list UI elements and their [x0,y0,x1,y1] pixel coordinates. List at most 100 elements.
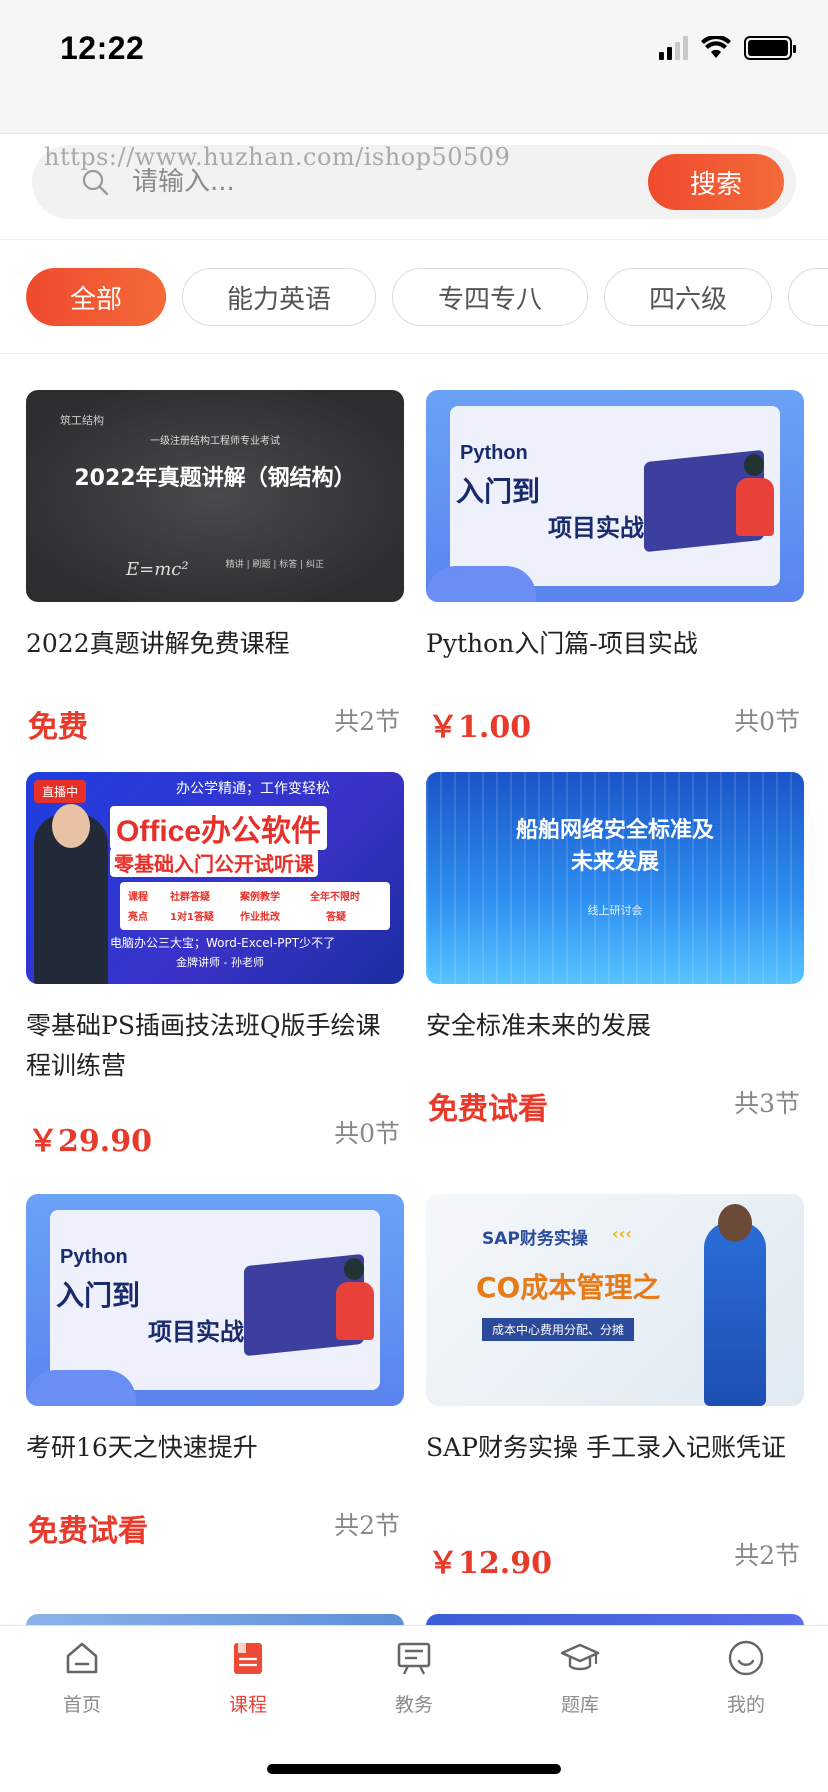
cellular-signal-icon [659,36,688,60]
tab-label: 课程 [228,1694,267,1716]
tab-label: 题库 [560,1694,599,1716]
course-lesson-count: 共2节 [334,1511,400,1540]
thumb-formula: E=mc² [126,559,189,580]
cloud-illustration [426,566,536,602]
course-card[interactable]: Python 入门到 项目实战 Python入门篇-项目实战 ￥1.00 共0节 [426,390,804,750]
tab-label: 教务 [394,1694,433,1716]
course-card[interactable]: 船舶网络安全标准及 未来发展 线上研讨会 安全标准未来的发展 免费试看 共3节 [426,772,804,1132]
course-thumbnail: Python 入门到 项目实战 [426,390,804,602]
teacher-face-illustration [52,804,90,848]
thumb-line3: 线上研讨会 [587,904,643,917]
thumb-corner-text: 筑工结构 [60,414,104,427]
course-price: 免费 [28,710,88,745]
profile-smile-icon [728,1640,764,1676]
live-badge: 直播中 [34,780,87,803]
thumb-line2: 未来发展 [570,850,659,875]
status-bar: 12:22 [0,0,828,134]
course-thumbnail: 船舶网络安全标准及 未来发展 线上研讨会 [426,772,804,984]
feature-label: 亮点 [128,912,148,923]
course-card[interactable]: Python 入门到 项目实战 考研16天之快速提升 免费试看 共2节 [26,1194,404,1554]
thumb-headline: CO成本管理之 [476,1271,661,1304]
wifi-icon [701,36,731,58]
course-title: SAP财务实操 手工录入记账凭证 [426,1433,786,1462]
thumb-top-text: SAP财务实操 [482,1229,588,1249]
feature-label: 社群答疑 [170,892,210,903]
thumb-word: Python [460,442,528,464]
tab-label: 首页 [62,1694,101,1716]
person-illustration [336,1282,374,1340]
status-time: 12:22 [60,30,145,66]
tab-home[interactable]: 首页 [22,1638,142,1738]
search-icon [82,169,109,196]
status-icons [659,36,796,60]
thumb-line2: 项目实战 [548,514,644,542]
category-chip-english[interactable]: 能力英语 [182,268,376,326]
course-thumbnail: Python 入门到 项目实战 [26,1194,404,1406]
category-chip-more[interactable] [788,268,828,326]
course-lesson-count: 共2节 [334,707,400,736]
thumb-headline: Office办公软件 [110,806,328,850]
tab-question-bank[interactable]: 题库 [520,1638,640,1738]
course-title: 2022真题讲解免费课程 [26,629,290,658]
businessman-head-illustration [718,1204,752,1242]
course-icon [234,1643,262,1674]
course-price: 免费试看 [28,1514,148,1549]
category-tabs: 全部 能力英语 专四专八 四六级 [0,241,828,354]
person-illustration [736,478,774,536]
thumb-line1: 入门到 [456,475,541,508]
academic-board-icon [397,1642,431,1675]
thumb-subtitle: 一级注册结构工程师专业考试 [150,436,280,447]
course-thumbnail: 筑工结构 一级注册结构工程师专业考试 2022年真题讲解（钢结构） E=mc² … [26,390,404,602]
course-price: ￥29.90 [28,1124,152,1159]
person-head-illustration [744,454,764,476]
chevrons-left-icon: ‹‹‹ [612,1224,632,1243]
thumb-line2: 项目实战 [148,1318,244,1346]
digital-lines-background [426,772,804,984]
course-lesson-count: 共3节 [734,1089,800,1118]
tab-courses[interactable]: 课程 [188,1638,308,1738]
thumb-footer: 电脑办公三大宝；Word-Excel-PPT少不了 [110,936,336,950]
person-head-illustration [344,1258,364,1280]
watermark-text: https://www.huzhan.com/ishop50509 [44,143,511,171]
thumb-line1: 入门到 [56,1279,141,1312]
course-title: 安全标准未来的发展 [426,1011,652,1040]
course-lesson-count: 共0节 [334,1119,400,1148]
tab-label: 我的 [726,1694,765,1716]
thumb-teacher: 金牌讲师 - 孙老师 [176,956,264,969]
battery-icon [744,36,796,60]
tab-academic[interactable]: 教务 [354,1638,474,1738]
course-lesson-count: 共0节 [734,707,800,736]
category-chip-all[interactable]: 全部 [26,268,166,326]
businessman-illustration [704,1222,766,1406]
home-indicator[interactable] [267,1764,561,1774]
tab-profile[interactable]: 我的 [686,1638,806,1738]
course-card[interactable]: 直播中 办公学精通；工作变轻松 Office办公软件 零基础入门公开试听课 课程… [26,772,404,1159]
feature-label: 1对1答疑 [170,912,214,923]
feature-label: 课程 [128,892,148,903]
category-chip-tem[interactable]: 专四专八 [392,268,588,326]
course-title: 考研16天之快速提升 [26,1433,258,1462]
category-chip-cet[interactable]: 四六级 [604,268,772,326]
search-bar-container: 搜索 https://www.huzhan.com/ishop50509 [0,135,828,240]
course-title: 零基础PS插画技法班Q版手绘课程训练营 [26,1011,381,1080]
feature-label: 全年不限时 [310,892,360,903]
course-price: ￥1.00 [428,710,532,745]
course-thumbnail: 直播中 办公学精通；工作变轻松 Office办公软件 零基础入门公开试听课 课程… [26,772,404,984]
search-button[interactable]: 搜索 [648,154,784,210]
feature-label: 答疑 [326,912,346,923]
thumb-subtitle: 零基础入门公开试听课 [110,848,318,877]
thumb-top-text: 办公学精通；工作变轻松 [176,781,330,797]
thumb-word: Python [60,1246,128,1268]
graduation-cap-icon [560,1643,600,1671]
thumb-feature-boxes: 课程 亮点 社群答疑 1对1答疑 案例教学 作业批改 全年不限时 答疑 [120,882,390,930]
thumb-band: 成本中心费用分配、分摊 [482,1318,635,1341]
course-title: Python入门篇-项目实战 [426,629,698,658]
cloud-illustration [26,1370,136,1406]
thumb-footer: 精讲 | 刷题 | 标答 | 纠正 [225,560,324,570]
course-price: ￥12.90 [428,1546,552,1581]
course-card[interactable]: SAP财务实操 ‹‹‹ CO成本管理之 成本中心费用分配、分摊 SAP财务实操 … [426,1194,804,1581]
course-card[interactable]: 筑工结构 一级注册结构工程师专业考试 2022年真题讲解（钢结构） E=mc² … [26,390,404,750]
thumb-headline: 2022年真题讲解（钢结构） [74,466,356,491]
feature-label: 作业批改 [240,912,280,923]
course-price: 免费试看 [428,1092,548,1127]
